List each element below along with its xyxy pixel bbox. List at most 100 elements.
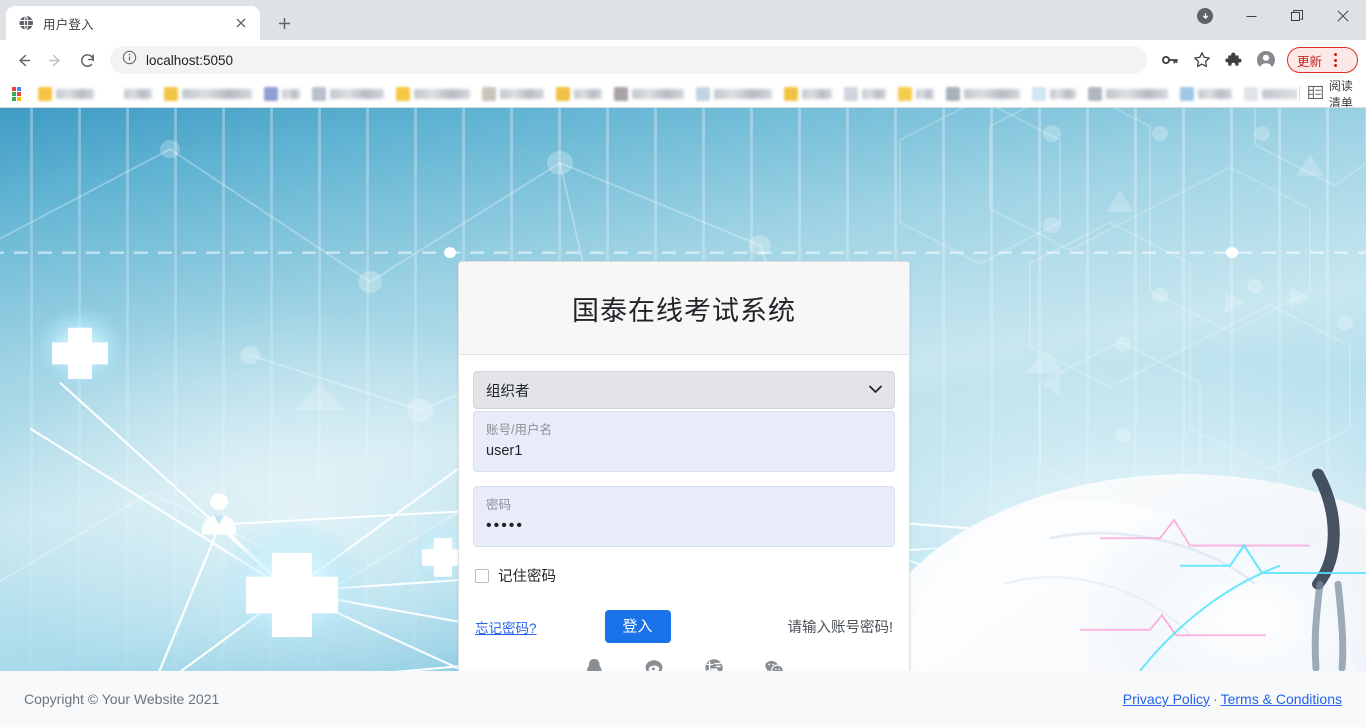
login-card: 国泰在线考试系统 组织者 账号/用户名 user1 密码 ••••• 记住密码 … xyxy=(458,261,910,727)
divider xyxy=(1299,85,1300,102)
password-input[interactable]: ••••• xyxy=(486,515,882,537)
bookmark-label xyxy=(574,88,602,99)
window-controls xyxy=(1182,0,1366,32)
bookmark-label xyxy=(56,88,94,99)
bookmark-item[interactable] xyxy=(391,83,475,105)
new-tab-button[interactable] xyxy=(270,9,298,37)
bookmark-favicon-icon xyxy=(38,86,52,101)
globe-icon xyxy=(18,15,34,31)
bookmark-label xyxy=(1106,88,1168,99)
forgot-password-link[interactable]: 忘记密码? xyxy=(475,617,537,637)
username-label: 账号/用户名 xyxy=(486,423,552,437)
bookmark-label xyxy=(330,88,384,99)
reading-list-icon xyxy=(1307,85,1323,103)
remember-password-checkbox[interactable] xyxy=(475,568,489,583)
download-icon[interactable] xyxy=(1182,0,1228,32)
bookmark-item[interactable] xyxy=(839,83,891,105)
bookmark-favicon-icon xyxy=(482,86,496,101)
bookmark-item[interactable] xyxy=(941,83,1025,105)
bookmark-favicon-icon xyxy=(784,86,798,101)
bookmark-item[interactable] xyxy=(779,83,837,105)
bookmark-favicon-icon xyxy=(696,86,710,101)
login-action-row: 忘记密码? 登入 请输入账号密码! xyxy=(475,610,893,643)
bookmark-favicon-icon xyxy=(312,86,326,101)
chevron-down-icon xyxy=(869,383,882,397)
reading-list-label: 阅读清单 xyxy=(1328,80,1353,108)
close-icon[interactable] xyxy=(232,14,250,32)
bookmark-item[interactable] xyxy=(1083,83,1173,105)
footer-links: Privacy Policy · Terms & Conditions xyxy=(1123,691,1342,707)
bookmark-favicon-icon xyxy=(898,86,912,101)
bookmark-item[interactable] xyxy=(551,83,607,105)
apps-grid-icon xyxy=(12,86,26,101)
role-select-value: 组织者 xyxy=(486,383,530,400)
bookmark-favicon-icon xyxy=(1088,86,1102,101)
tab-strip: 用户登入 xyxy=(0,0,1366,40)
bookmark-favicon-icon xyxy=(844,86,858,101)
bookmark-favicon-icon xyxy=(1244,86,1258,101)
remember-password-label: 记住密码 xyxy=(498,569,556,585)
browser-tab[interactable]: 用户登入 xyxy=(6,6,260,40)
page-viewport: 国泰在线考试系统 组织者 账号/用户名 user1 密码 ••••• 记住密码 … xyxy=(0,108,1366,727)
kebab-menu-icon[interactable] xyxy=(1322,45,1348,75)
bookmark-label xyxy=(282,88,300,99)
copyright-text: Copyright © Your Website 2021 xyxy=(24,691,220,707)
puzzle-piece-icon[interactable] xyxy=(1219,45,1249,75)
bookmark-item[interactable] xyxy=(1027,83,1081,105)
bookmark-label xyxy=(964,88,1020,99)
bookmark-item[interactable] xyxy=(1175,83,1237,105)
bookmark-item[interactable] xyxy=(101,83,157,105)
username-field[interactable]: 账号/用户名 user1 xyxy=(473,411,895,472)
login-card-header: 国泰在线考试系统 xyxy=(459,262,909,355)
role-select[interactable]: 组织者 xyxy=(473,371,895,409)
browser-window: 用户登入 localhost:5050 更新 阅读清单 国泰在线考试系统 组织者… xyxy=(0,0,1366,727)
bookmark-label xyxy=(802,88,832,99)
bookmark-item[interactable] xyxy=(259,83,305,105)
bookmark-label xyxy=(862,88,886,99)
bookmark-item[interactable] xyxy=(1239,83,1298,105)
profile-avatar-icon[interactable] xyxy=(1251,45,1281,75)
tab-title: 用户登入 xyxy=(43,17,94,32)
bookmark-item[interactable] xyxy=(7,83,31,105)
maximize-button[interactable] xyxy=(1274,0,1320,32)
bookmark-label xyxy=(124,88,152,99)
bookmark-item[interactable] xyxy=(691,83,777,105)
back-arrow-icon[interactable] xyxy=(8,45,38,75)
bookmark-item[interactable] xyxy=(609,83,689,105)
toolbar-actions: 更新 xyxy=(1155,45,1358,75)
bookmark-list xyxy=(33,83,1298,105)
minimize-button[interactable] xyxy=(1228,0,1274,32)
info-circle-icon[interactable] xyxy=(122,50,137,70)
url-text[interactable]: localhost:5050 xyxy=(146,53,233,68)
bookmark-item[interactable] xyxy=(33,83,99,105)
star-icon[interactable] xyxy=(1187,45,1217,75)
privacy-policy-link[interactable]: Privacy Policy xyxy=(1123,691,1210,707)
bookmark-favicon-icon xyxy=(106,86,120,101)
bookmark-label xyxy=(182,88,252,99)
bookmark-favicon-icon xyxy=(614,86,628,101)
bookmark-favicon-icon xyxy=(396,86,410,101)
bookmark-favicon-icon xyxy=(556,86,570,101)
login-button[interactable]: 登入 xyxy=(604,610,671,643)
page-footer: Copyright © Your Website 2021 Privacy Po… xyxy=(0,671,1366,727)
update-button[interactable]: 更新 xyxy=(1286,45,1358,75)
address-bar[interactable]: localhost:5050 xyxy=(110,46,1147,74)
reload-icon[interactable] xyxy=(72,45,102,75)
bookmark-favicon-icon xyxy=(1180,86,1194,101)
key-icon[interactable] xyxy=(1155,45,1185,75)
remember-password-row[interactable]: 记住密码 xyxy=(475,565,893,586)
bookmark-item[interactable] xyxy=(159,83,257,105)
password-field[interactable]: 密码 ••••• xyxy=(473,486,895,547)
username-input[interactable]: user1 xyxy=(486,440,882,462)
close-window-button[interactable] xyxy=(1320,0,1366,32)
terms-conditions-link[interactable]: Terms & Conditions xyxy=(1221,691,1342,707)
forward-arrow-icon[interactable] xyxy=(40,45,70,75)
bookmark-item[interactable] xyxy=(477,83,549,105)
bookmark-item[interactable] xyxy=(307,83,389,105)
password-label: 密码 xyxy=(486,498,512,512)
login-card-body: 组织者 账号/用户名 user1 密码 ••••• 记住密码 忘记密码? 登入 … xyxy=(459,355,909,703)
update-label: 更新 xyxy=(1296,54,1322,69)
bookmark-item[interactable] xyxy=(893,83,939,105)
reading-list-entry[interactable]: 阅读清单 xyxy=(1299,80,1359,108)
bookmark-label xyxy=(414,88,470,99)
